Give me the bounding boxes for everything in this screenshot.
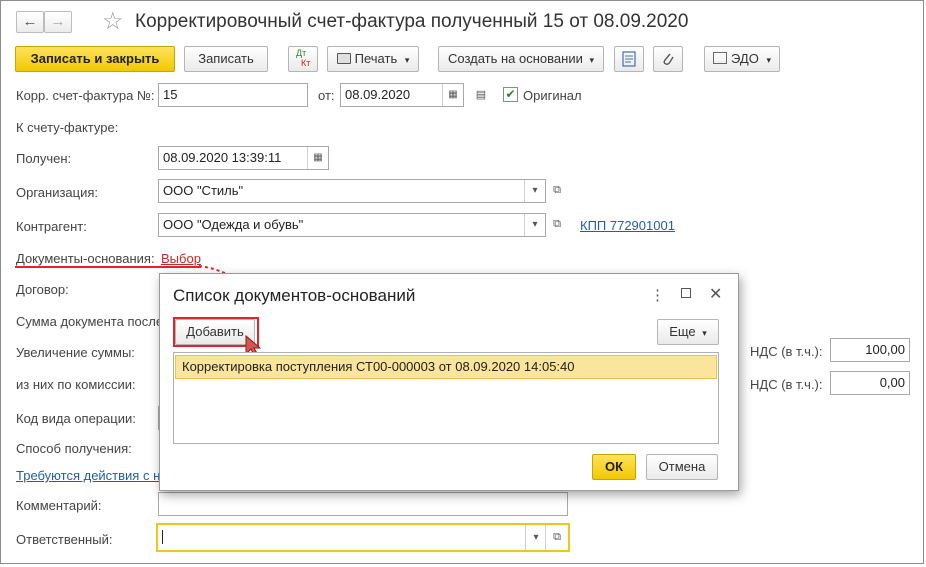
kt-icon: Кт — [301, 58, 311, 68]
corr-invoice-label: Корр. счет-фактура №: — [16, 88, 155, 103]
responsible-label: Ответственный: — [16, 532, 113, 547]
base-docs-select-link[interactable]: Выбор — [161, 251, 201, 266]
open-icon[interactable]: ⧉ — [546, 179, 568, 201]
original-checkbox[interactable]: ✔ — [503, 87, 518, 102]
chevron-down-icon: ▾ — [702, 328, 707, 338]
vat-label-2: НДС (в т.ч.): — [750, 377, 823, 392]
text-cursor — [162, 530, 163, 544]
vat-field-2[interactable]: 0,00 — [830, 371, 910, 395]
actions-required-link[interactable]: Требуются действия с н — [16, 468, 160, 483]
received-datetime-field[interactable]: 08.09.2020 13:39:11 ▦ — [158, 146, 329, 170]
op-code-label: Код вида операции: — [16, 411, 136, 426]
edo-icon — [713, 52, 727, 64]
table-row[interactable]: Корректировка поступления СТ00-000003 от… — [175, 355, 717, 379]
organization-value: ООО "Стиль" — [163, 183, 244, 198]
menu-dots-icon[interactable]: ⋮ — [650, 286, 665, 304]
attachment-button[interactable] — [653, 46, 683, 72]
edo-button[interactable]: ЭДО ▾ — [704, 46, 780, 72]
document-window: ← → ☆ Корректировочный счет-фактура полу… — [0, 0, 924, 564]
counterparty-label: Контрагент: — [16, 219, 87, 234]
documents-table: Корректировка поступления СТ00-000003 от… — [173, 352, 719, 444]
received-label: Получен: — [16, 151, 72, 166]
kpp-link[interactable]: КПП 772901001 — [580, 218, 675, 233]
contract-label: Договор: — [16, 282, 69, 297]
close-icon[interactable]: ✕ — [709, 284, 722, 304]
organization-label: Организация: — [16, 185, 99, 200]
corr-invoice-number-field[interactable]: 15 — [158, 83, 308, 107]
calendar-icon[interactable]: ▦ — [307, 147, 328, 169]
print-label: Печать — [354, 51, 398, 66]
dialog-title: Список документов-оснований — [173, 286, 416, 305]
open-icon[interactable]: ⧉ — [546, 213, 568, 235]
comment-label: Комментарий: — [16, 498, 102, 513]
increase-label: Увеличение суммы: — [16, 345, 135, 360]
more-button[interactable]: Еще ▾ — [657, 319, 719, 345]
responsible-field[interactable]: ▾ ⧉ — [156, 523, 570, 552]
chevron-down-icon[interactable]: ▾ — [524, 180, 545, 202]
receipt-method-label: Способ получения: — [16, 441, 132, 456]
original-label: Оригинал — [523, 88, 582, 103]
dt-kt-button[interactable]: Дт Кт — [288, 46, 318, 72]
calendar-icon[interactable]: ▦ — [442, 84, 463, 106]
open-icon[interactable]: ⧉ — [545, 525, 568, 550]
paperclip-icon — [663, 53, 674, 65]
forward-arrow-icon[interactable]: → — [44, 11, 72, 33]
from-label: от: — [318, 88, 335, 103]
window-title: Корректировочный счет-фактура полученный… — [135, 11, 689, 32]
base-documents-dialog: Список документов-оснований ⋮ ✕ Добавить… — [159, 273, 739, 491]
back-arrow-icon[interactable]: ← — [16, 11, 44, 33]
chevron-down-icon: ▾ — [589, 55, 595, 65]
cancel-button[interactable]: Отмена — [646, 454, 718, 480]
save-and-close-button[interactable]: Записать и закрыть — [15, 46, 175, 72]
organization-field[interactable]: ООО "Стиль" ▾ — [158, 179, 546, 203]
from-date-value: 08.09.2020 — [345, 87, 411, 102]
dt-icon: Дт — [296, 48, 307, 58]
list-icon[interactable]: ▤ — [470, 84, 492, 106]
maximize-icon[interactable] — [681, 288, 691, 298]
chevron-down-icon[interactable]: ▾ — [525, 525, 546, 550]
print-button[interactable]: Печать ▾ — [327, 46, 419, 72]
structure-icon — [622, 51, 636, 67]
create-based-label: Создать на основании — [447, 51, 583, 66]
edo-label: ЭДО — [731, 51, 759, 66]
printer-icon — [336, 53, 351, 64]
save-button[interactable]: Записать — [184, 46, 268, 72]
more-label: Еще — [669, 324, 696, 339]
ok-button[interactable]: ОК — [592, 454, 636, 480]
counterparty-field[interactable]: ООО "Одежда и обувь" ▾ — [158, 213, 546, 237]
received-datetime-value: 08.09.2020 13:39:11 — [163, 150, 282, 165]
vat-field-1[interactable]: 100,00 — [830, 338, 910, 362]
vat-label-1: НДС (в т.ч.): — [750, 344, 823, 359]
commission-label: из них по комиссии: — [16, 377, 136, 392]
counterparty-value: ООО "Одежда и обувь" — [163, 217, 304, 232]
chevron-down-icon[interactable]: ▾ — [524, 214, 545, 236]
create-based-on-button[interactable]: Создать на основании ▾ — [438, 46, 604, 72]
highlight-underline — [15, 266, 201, 268]
chevron-down-icon: ▾ — [404, 55, 410, 65]
favorite-star-icon[interactable]: ☆ — [102, 7, 124, 36]
chevron-down-icon: ▾ — [766, 55, 771, 65]
structure-button[interactable] — [614, 46, 644, 72]
comment-field[interactable] — [158, 492, 568, 516]
from-date-field[interactable]: 08.09.2020 ▦ — [340, 83, 464, 107]
to-invoice-label: К счету-фактуре: — [16, 120, 119, 135]
doc-sum-label: Сумма документа после — [16, 314, 164, 329]
base-docs-label: Документы-основания: — [16, 251, 155, 266]
